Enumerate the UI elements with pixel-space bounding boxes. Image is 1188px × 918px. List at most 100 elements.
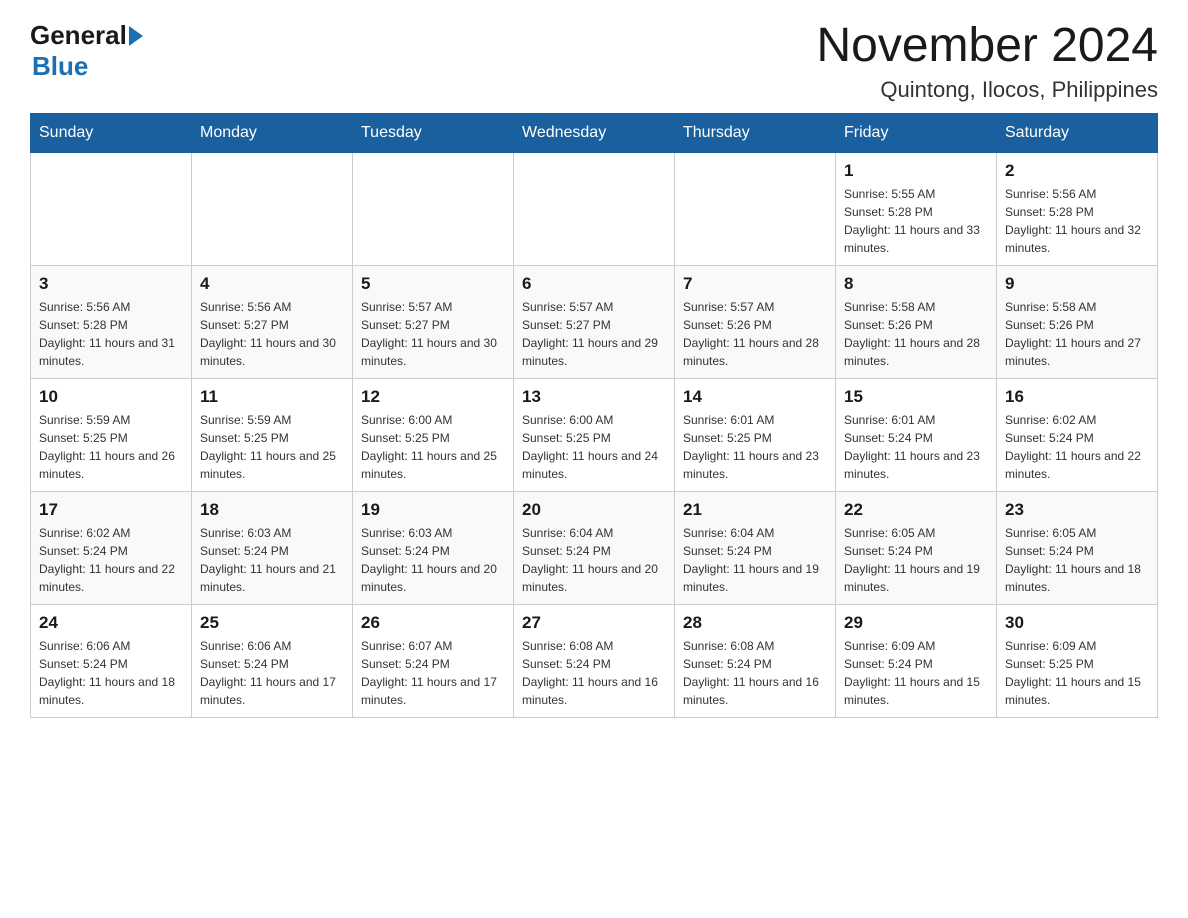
day-info: Sunrise: 6:07 AMSunset: 5:24 PMDaylight:… [361, 637, 505, 709]
logo-general-text: General [30, 20, 127, 51]
day-info: Sunrise: 5:56 AMSunset: 5:27 PMDaylight:… [200, 298, 344, 370]
day-info: Sunrise: 5:58 AMSunset: 5:26 PMDaylight:… [844, 298, 988, 370]
table-row: 4 Sunrise: 5:56 AMSunset: 5:27 PMDaylight… [192, 265, 353, 378]
day-info: Sunrise: 5:56 AMSunset: 5:28 PMDaylight:… [1005, 185, 1149, 257]
calendar-week-row: 3 Sunrise: 5:56 AMSunset: 5:28 PMDaylight… [31, 265, 1158, 378]
day-info: Sunrise: 6:03 AMSunset: 5:24 PMDaylight:… [200, 524, 344, 596]
day-number: 7 [683, 274, 827, 294]
day-info: Sunrise: 5:55 AMSunset: 5:28 PMDaylight:… [844, 185, 988, 257]
day-info: Sunrise: 6:04 AMSunset: 5:24 PMDaylight:… [683, 524, 827, 596]
table-row: 5 Sunrise: 5:57 AMSunset: 5:27 PMDaylight… [353, 265, 514, 378]
day-info: Sunrise: 6:06 AMSunset: 5:24 PMDaylight:… [200, 637, 344, 709]
day-number: 14 [683, 387, 827, 407]
page-subtitle: Quintong, Ilocos, Philippines [816, 77, 1158, 103]
day-number: 6 [522, 274, 666, 294]
day-number: 5 [361, 274, 505, 294]
table-row: 21 Sunrise: 6:04 AMSunset: 5:24 PMDayligh… [675, 491, 836, 604]
table-row: 9Sunrise: 5:58 AMSunset: 5:26 PMDaylight… [997, 265, 1158, 378]
table-row: 11 Sunrise: 5:59 AMSunset: 5:25 PMDayligh… [192, 378, 353, 491]
day-number: 16 [1005, 387, 1149, 407]
table-row: 23 Sunrise: 6:05 AMSunset: 5:24 PMDayligh… [997, 491, 1158, 604]
weekday-thursday: Thursday [675, 113, 836, 152]
table-row: 27Sunrise: 6:08 AMSunset: 5:24 PMDayligh… [514, 604, 675, 717]
table-row: 7 Sunrise: 5:57 AMSunset: 5:26 PMDaylight… [675, 265, 836, 378]
day-number: 3 [39, 274, 183, 294]
title-block: November 2024 Quintong, Ilocos, Philippi… [816, 20, 1158, 103]
table-row: 13Sunrise: 6:00 AMSunset: 5:25 PMDayligh… [514, 378, 675, 491]
table-row: 17 Sunrise: 6:02 AMSunset: 5:24 PMDayligh… [31, 491, 192, 604]
day-info: Sunrise: 6:02 AMSunset: 5:24 PMDaylight:… [39, 524, 183, 596]
day-number: 22 [844, 500, 988, 520]
table-row: 30Sunrise: 6:09 AMSunset: 5:25 PMDayligh… [997, 604, 1158, 717]
table-row: 15Sunrise: 6:01 AMSunset: 5:24 PMDayligh… [836, 378, 997, 491]
weekday-friday: Friday [836, 113, 997, 152]
day-number: 17 [39, 500, 183, 520]
table-row: 25 Sunrise: 6:06 AMSunset: 5:24 PMDayligh… [192, 604, 353, 717]
table-row: 10 Sunrise: 5:59 AMSunset: 5:25 PMDayligh… [31, 378, 192, 491]
table-row: 6 Sunrise: 5:57 AMSunset: 5:27 PMDaylight… [514, 265, 675, 378]
day-number: 19 [361, 500, 505, 520]
table-row: 24 Sunrise: 6:06 AMSunset: 5:24 PMDayligh… [31, 604, 192, 717]
page-header: General Blue November 2024 Quintong, Ilo… [30, 20, 1158, 103]
day-number: 13 [522, 387, 666, 407]
day-number: 11 [200, 387, 344, 407]
weekday-saturday: Saturday [997, 113, 1158, 152]
table-row [514, 152, 675, 265]
day-info: Sunrise: 6:00 AMSunset: 5:25 PMDaylight:… [361, 411, 505, 483]
day-number: 25 [200, 613, 344, 633]
calendar-week-row: 24 Sunrise: 6:06 AMSunset: 5:24 PMDayligh… [31, 604, 1158, 717]
day-number: 18 [200, 500, 344, 520]
table-row [675, 152, 836, 265]
page-title: November 2024 [816, 20, 1158, 73]
table-row: 2 Sunrise: 5:56 AMSunset: 5:28 PMDaylight… [997, 152, 1158, 265]
day-info: Sunrise: 5:59 AMSunset: 5:25 PMDaylight:… [200, 411, 344, 483]
day-number: 10 [39, 387, 183, 407]
calendar-week-row: 1 Sunrise: 5:55 AMSunset: 5:28 PMDaylight… [31, 152, 1158, 265]
day-number: 8 [844, 274, 988, 294]
day-info: Sunrise: 5:57 AMSunset: 5:26 PMDaylight:… [683, 298, 827, 370]
table-row: 29 Sunrise: 6:09 AMSunset: 5:24 PMDayligh… [836, 604, 997, 717]
day-info: Sunrise: 6:02 AMSunset: 5:24 PMDaylight:… [1005, 411, 1149, 483]
day-info: Sunrise: 6:08 AMSunset: 5:24 PMDaylight:… [683, 637, 827, 709]
day-number: 15 [844, 387, 988, 407]
calendar-week-row: 17 Sunrise: 6:02 AMSunset: 5:24 PMDayligh… [31, 491, 1158, 604]
day-info: Sunrise: 5:57 AMSunset: 5:27 PMDaylight:… [361, 298, 505, 370]
table-row: 16 Sunrise: 6:02 AMSunset: 5:24 PMDayligh… [997, 378, 1158, 491]
day-number: 20 [522, 500, 666, 520]
day-info: Sunrise: 6:03 AMSunset: 5:24 PMDaylight:… [361, 524, 505, 596]
logo-arrow-icon [129, 26, 143, 46]
day-info: Sunrise: 5:58 AMSunset: 5:26 PMDaylight:… [1005, 298, 1149, 370]
table-row: 14 Sunrise: 6:01 AMSunset: 5:25 PMDayligh… [675, 378, 836, 491]
logo-blue-text: Blue [30, 51, 143, 82]
table-row [192, 152, 353, 265]
logo: General Blue [30, 20, 143, 82]
table-row: 3 Sunrise: 5:56 AMSunset: 5:28 PMDaylight… [31, 265, 192, 378]
day-number: 2 [1005, 161, 1149, 181]
day-info: Sunrise: 5:59 AMSunset: 5:25 PMDaylight:… [39, 411, 183, 483]
table-row: 1 Sunrise: 5:55 AMSunset: 5:28 PMDaylight… [836, 152, 997, 265]
day-number: 29 [844, 613, 988, 633]
day-number: 23 [1005, 500, 1149, 520]
day-number: 27 [522, 613, 666, 633]
day-info: Sunrise: 6:06 AMSunset: 5:24 PMDaylight:… [39, 637, 183, 709]
day-number: 24 [39, 613, 183, 633]
table-row [31, 152, 192, 265]
day-number: 30 [1005, 613, 1149, 633]
table-row: 18 Sunrise: 6:03 AMSunset: 5:24 PMDayligh… [192, 491, 353, 604]
day-info: Sunrise: 6:05 AMSunset: 5:24 PMDaylight:… [1005, 524, 1149, 596]
table-row: 12Sunrise: 6:00 AMSunset: 5:25 PMDayligh… [353, 378, 514, 491]
calendar-week-row: 10 Sunrise: 5:59 AMSunset: 5:25 PMDayligh… [31, 378, 1158, 491]
day-number: 21 [683, 500, 827, 520]
day-info: Sunrise: 5:56 AMSunset: 5:28 PMDaylight:… [39, 298, 183, 370]
calendar-body: 1 Sunrise: 5:55 AMSunset: 5:28 PMDaylight… [31, 152, 1158, 717]
day-info: Sunrise: 6:09 AMSunset: 5:24 PMDaylight:… [844, 637, 988, 709]
table-row: 19 Sunrise: 6:03 AMSunset: 5:24 PMDayligh… [353, 491, 514, 604]
table-row: 22Sunrise: 6:05 AMSunset: 5:24 PMDayligh… [836, 491, 997, 604]
day-info: Sunrise: 5:57 AMSunset: 5:27 PMDaylight:… [522, 298, 666, 370]
day-number: 1 [844, 161, 988, 181]
weekday-tuesday: Tuesday [353, 113, 514, 152]
calendar-table: Sunday Monday Tuesday Wednesday Thursday… [30, 113, 1158, 718]
day-info: Sunrise: 6:01 AMSunset: 5:25 PMDaylight:… [683, 411, 827, 483]
day-number: 4 [200, 274, 344, 294]
weekday-header-row: Sunday Monday Tuesday Wednesday Thursday… [31, 113, 1158, 152]
